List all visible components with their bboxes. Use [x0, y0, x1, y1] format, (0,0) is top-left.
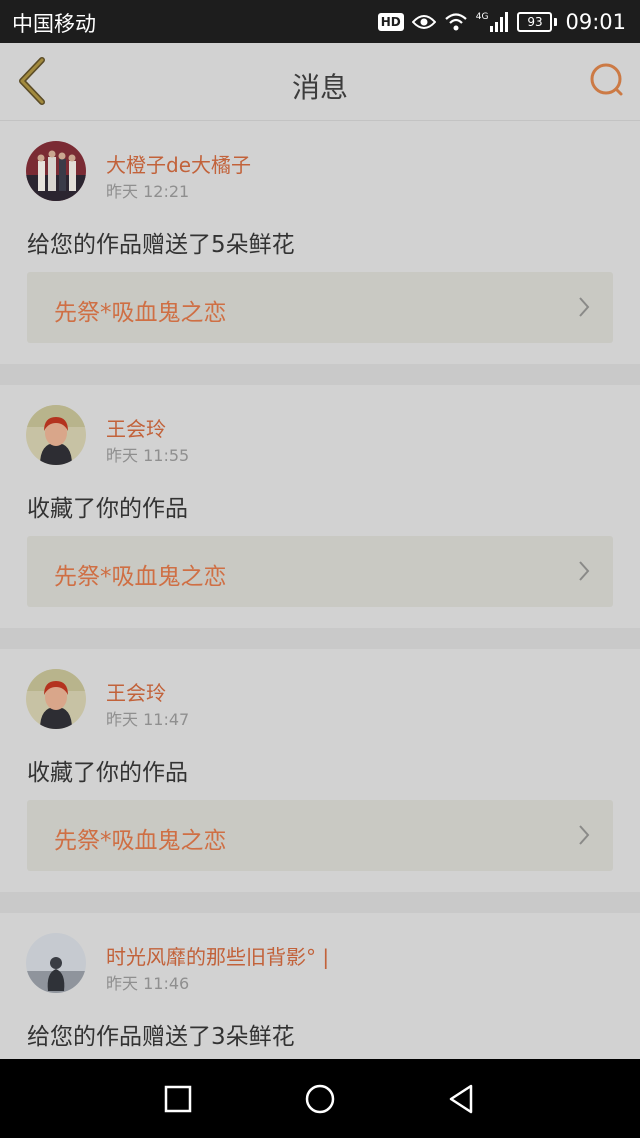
chevron-right-icon — [579, 825, 590, 845]
work-title: 先祭*吸血鬼之恋 — [54, 828, 227, 854]
system-nav-bar — [0, 1059, 640, 1138]
home-button[interactable] — [302, 1081, 338, 1117]
battery-indicator: 93 — [517, 12, 553, 32]
work-link[interactable]: 先祭*吸血鬼之恋 — [27, 272, 613, 343]
back-triangle-icon — [449, 1084, 473, 1114]
wifi-icon — [444, 12, 468, 32]
timestamp: 昨天 12:21 — [106, 182, 190, 201]
work-title: 先祭*吸血鬼之恋 — [54, 300, 227, 326]
message-card: 王会玲 昨天 11:55 收藏了你的作品 先祭*吸血鬼之恋 — [0, 385, 640, 628]
hd-badge: HD — [377, 13, 404, 31]
search-icon — [590, 63, 623, 96]
work-title: 先祭*吸血鬼之恋 — [54, 564, 227, 590]
message-text: 给您的作品赠送了3朵鲜花 — [27, 1024, 295, 1050]
network-type: 4G — [475, 12, 489, 22]
recents-icon — [164, 1085, 192, 1113]
avatar[interactable] — [26, 405, 86, 465]
message-card: 大橙子de大橘子 昨天 12:21 给您的作品赠送了5朵鲜花 先祭*吸血鬼之恋 — [0, 121, 640, 364]
search-button[interactable] — [586, 61, 626, 101]
divider — [0, 628, 640, 649]
eye-icon — [411, 14, 436, 30]
username[interactable]: 时光风靡的那些旧背影° | — [106, 941, 329, 970]
recents-button[interactable] — [160, 1081, 196, 1117]
home-icon — [305, 1084, 335, 1114]
signal-icon: 4G — [476, 12, 510, 32]
message-text: 给您的作品赠送了5朵鲜花 — [27, 232, 295, 258]
username[interactable]: 王会玲 — [106, 413, 166, 442]
status-indicators: HD 4G 93 09:01 — [377, 8, 626, 36]
status-bar: 中国移动 HD 4G 93 09:01 — [0, 0, 640, 43]
message-text: 收藏了你的作品 — [27, 496, 188, 522]
timestamp: 昨天 11:55 — [106, 446, 190, 465]
carrier-name: 中国移动 — [12, 12, 96, 36]
avatar[interactable] — [26, 669, 86, 729]
username[interactable]: 大橙子de大橘子 — [106, 149, 251, 178]
timestamp: 昨天 11:46 — [106, 974, 190, 993]
avatar[interactable] — [26, 141, 86, 201]
battery-cap — [554, 18, 558, 26]
clock: 09:01 — [565, 10, 626, 34]
divider — [0, 892, 640, 913]
message-text: 收藏了你的作品 — [27, 760, 188, 786]
message-card: 王会玲 昨天 11:47 收藏了你的作品 先祭*吸血鬼之恋 — [0, 649, 640, 892]
app-header: 消息 — [0, 43, 640, 121]
avatar[interactable] — [26, 933, 86, 993]
chevron-right-icon — [579, 561, 590, 581]
chevron-right-icon — [579, 297, 590, 317]
page-title: 消息 — [291, 71, 348, 104]
divider — [0, 364, 640, 385]
work-link[interactable]: 先祭*吸血鬼之恋 — [27, 536, 613, 607]
username[interactable]: 王会玲 — [106, 677, 166, 706]
message-list: 大橙子de大橘子 昨天 12:21 给您的作品赠送了5朵鲜花 先祭*吸血鬼之恋 … — [0, 121, 640, 1110]
nav-back-button[interactable] — [444, 1081, 480, 1117]
timestamp: 昨天 11:47 — [106, 710, 190, 729]
work-link[interactable]: 先祭*吸血鬼之恋 — [27, 800, 613, 871]
